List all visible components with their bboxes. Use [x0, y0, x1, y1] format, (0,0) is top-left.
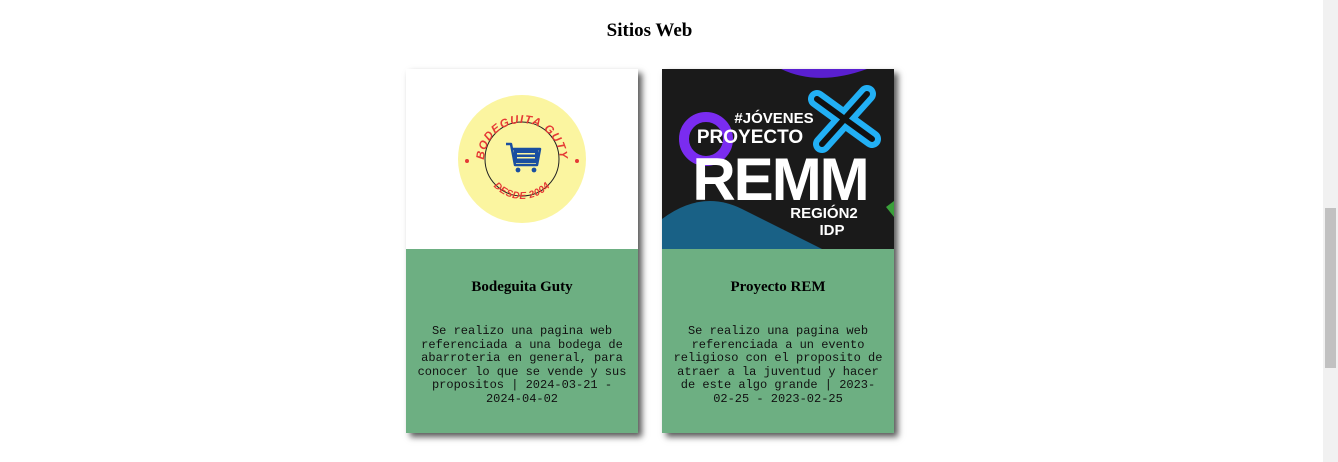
vertical-scrollbar[interactable]: [1323, 0, 1338, 462]
project-card-bodeguita[interactable]: BODEGUITA GUTY DESDE 2004 Bodeguita Guty…: [406, 69, 638, 433]
section-title: Sitios Web: [606, 20, 693, 41]
card-title: Bodeguita Guty: [471, 279, 573, 295]
card-image: #JÓVENES PROYECTO REMM REGIÓN2 IDP: [662, 69, 894, 249]
scrollbar-thumb[interactable]: [1325, 208, 1336, 368]
poster-line1: #JÓVENES: [734, 109, 813, 127]
bodeguita-logo: BODEGUITA GUTY DESDE 2004: [458, 95, 586, 223]
card-description: Se realizo una pagina web referenciada a…: [673, 324, 883, 406]
poster-line4: REGIÓN2: [790, 204, 858, 222]
page: Sitios Web BODEGUITA GUTY DESDE 2004 Bod…: [0, 0, 1323, 462]
poster-line3: REMM: [692, 146, 867, 213]
proyecto-rem-poster: #JÓVENES PROYECTO REMM REGIÓN2 IDP: [662, 69, 894, 249]
project-card-rem[interactable]: #JÓVENES PROYECTO REMM REGIÓN2 IDP Proye…: [662, 69, 894, 433]
card-image: BODEGUITA GUTY DESDE 2004: [406, 69, 638, 249]
card-title: Proyecto REM: [730, 279, 826, 295]
card-description: Se realizo una pagina web referenciada a…: [417, 324, 627, 406]
poster-line5: IDP: [819, 222, 844, 239]
poster-line2: PROYECTO: [697, 127, 803, 148]
